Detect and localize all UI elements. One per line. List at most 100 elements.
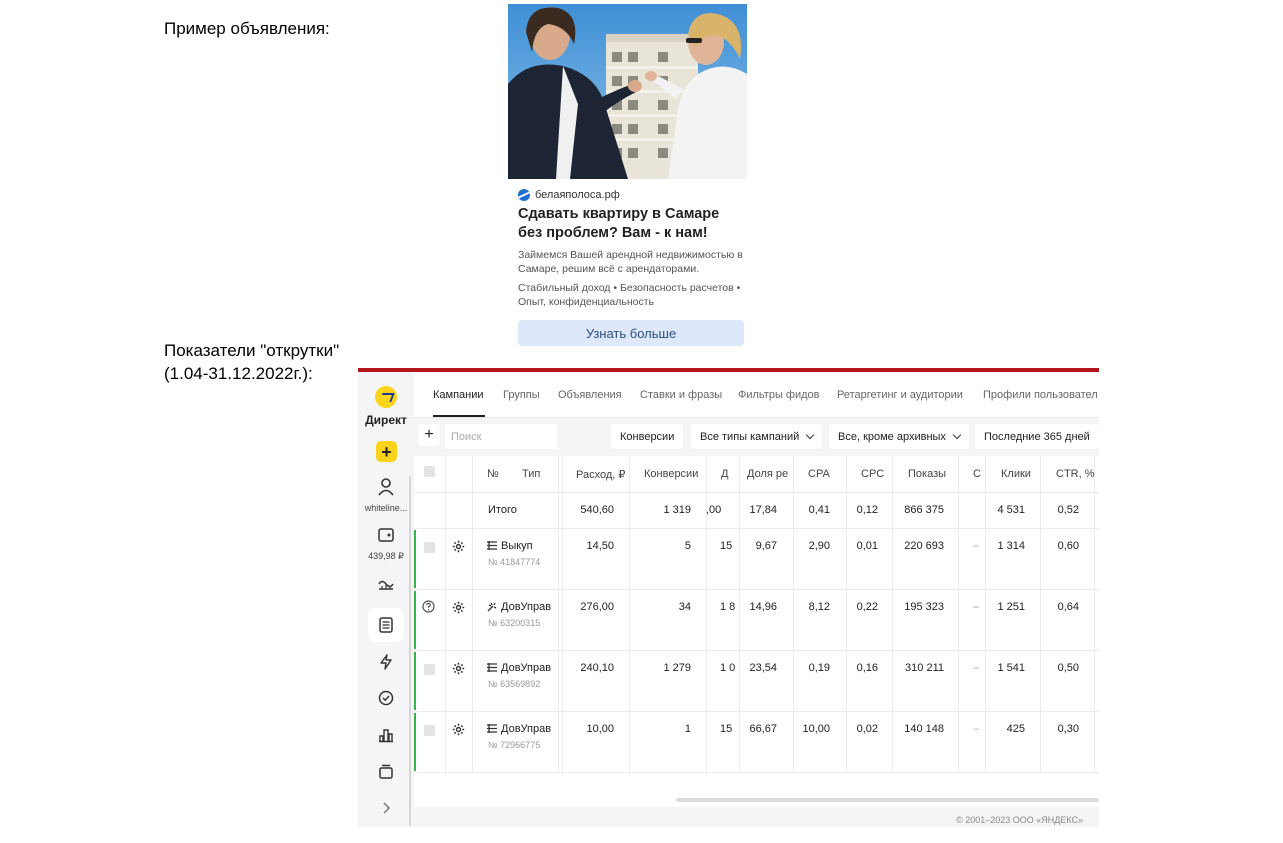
- campaign-id: № 72966775: [488, 740, 541, 750]
- row-c: –: [973, 723, 980, 735]
- account-balance[interactable]: 439,98 ₽: [358, 551, 414, 562]
- campaign-id: № 63200315: [488, 618, 541, 628]
- top-tabs: Кампании Группы Объявления Ставки и фраз…: [414, 372, 1099, 418]
- sidebar: Директ + whiteline... 439,98 ₽: [358, 372, 414, 827]
- user-icon[interactable]: [358, 478, 414, 496]
- logo-text[interactable]: Директ: [358, 413, 414, 427]
- gear-icon[interactable]: [452, 662, 465, 678]
- bar-chart-icon[interactable]: [358, 727, 414, 743]
- header-cpa[interactable]: CPA: [808, 468, 830, 480]
- row-cpa: 8,12: [808, 601, 830, 613]
- row-spend: 10,00: [586, 723, 614, 735]
- campaign-id: № 41847774: [488, 557, 541, 567]
- tab-feed-filters[interactable]: Фильтры фидов: [738, 389, 820, 401]
- campaigns-list-icon[interactable]: [358, 617, 414, 633]
- site-favicon-icon: [518, 189, 530, 201]
- row-cpc: 0,16: [856, 662, 878, 674]
- row-checkbox[interactable]: [424, 725, 435, 736]
- search-input[interactable]: [445, 424, 557, 449]
- row-clicks: 1 541: [997, 662, 1025, 674]
- gear-icon[interactable]: [452, 601, 465, 617]
- period-selector[interactable]: Последние 365 дней: [975, 424, 1099, 449]
- row-c: –: [973, 540, 980, 552]
- header-share[interactable]: Доля ре: [747, 468, 788, 480]
- header-number: №: [487, 468, 499, 480]
- row-spend: 276,00: [580, 601, 614, 613]
- wallet-icon[interactable]: [358, 528, 414, 542]
- create-button[interactable]: +: [376, 441, 397, 462]
- header-d[interactable]: Д: [721, 468, 728, 480]
- row-c: –: [973, 601, 980, 613]
- row-impressions: 220 693: [904, 540, 944, 552]
- campaign-types-label: Все типы кампаний: [700, 430, 800, 443]
- header-cpc[interactable]: CPC: [861, 468, 884, 480]
- campaign-name-link[interactable]: Выкуп: [501, 540, 533, 552]
- ad-title[interactable]: Сдавать квартиру в Самаре без проблем? В…: [518, 205, 743, 243]
- archive-filter-dropdown[interactable]: Все, кроме архивных: [829, 424, 969, 449]
- header-c[interactable]: С: [973, 468, 981, 480]
- campaign-name-link[interactable]: ДовУправ: [501, 723, 551, 735]
- total-cpa: 0,41: [808, 504, 830, 516]
- tab-retargeting[interactable]: Ретаргетинг и аудитории: [837, 389, 963, 401]
- select-all-checkbox[interactable]: [424, 466, 435, 477]
- row-c: –: [973, 662, 980, 674]
- archive-filter-label: Все, кроме архивных: [838, 430, 946, 443]
- metrics-label-line1: Показатели "открутки": [164, 341, 340, 360]
- ad-example-label: Пример объявления:: [164, 19, 330, 38]
- row-checkbox[interactable]: [424, 664, 435, 675]
- total-label: Итого: [488, 504, 517, 516]
- direct-logo-icon[interactable]: [375, 386, 397, 408]
- tab-campaigns[interactable]: Кампании: [433, 389, 484, 401]
- tab-bids-phrases[interactable]: Ставки и фразы: [640, 389, 722, 401]
- horizontal-scrollbar[interactable]: [676, 798, 1099, 802]
- column-divider: [472, 456, 473, 772]
- header-impressions[interactable]: Показы: [908, 468, 946, 480]
- ad-cta-button[interactable]: Узнать больше: [518, 320, 744, 346]
- campaign-name-link[interactable]: ДовУправ: [501, 601, 551, 613]
- row-ctr: 0,30: [1057, 723, 1079, 735]
- gear-icon[interactable]: [452, 540, 465, 556]
- campaign-name-link[interactable]: ДовУправ: [501, 662, 551, 674]
- text-campaign-icon: [487, 663, 497, 675]
- total-share: 17,84: [749, 504, 777, 516]
- tab-ads[interactable]: Объявления: [558, 389, 622, 401]
- campaign-types-dropdown[interactable]: Все типы кампаний: [691, 424, 823, 449]
- row-d: 15: [720, 540, 733, 552]
- gear-icon[interactable]: [452, 723, 465, 739]
- column-divider: [562, 456, 563, 772]
- help-circle-icon[interactable]: [422, 600, 435, 616]
- row-ctr: 0,60: [1057, 540, 1079, 552]
- ad-domain[interactable]: белаяполоса.рф: [535, 189, 620, 201]
- layers-icon[interactable]: [358, 763, 414, 779]
- header-clicks[interactable]: Клики: [1001, 468, 1031, 480]
- column-divider: [958, 456, 959, 772]
- row-conversions: 1 279: [663, 662, 691, 674]
- checkmark-circle-icon[interactable]: [358, 690, 414, 706]
- row-d: 15: [720, 723, 733, 735]
- row-checkbox[interactable]: [424, 542, 435, 553]
- total-d: ,00: [706, 504, 722, 516]
- header-ctr[interactable]: CTR, %: [1056, 468, 1095, 480]
- expand-chevron-icon[interactable]: [358, 802, 414, 814]
- account-name[interactable]: whiteline...: [358, 503, 414, 513]
- column-divider: [445, 456, 446, 772]
- total-cpc: 0,12: [856, 504, 878, 516]
- total-ctr: 0,52: [1057, 504, 1079, 516]
- tab-groups[interactable]: Группы: [503, 389, 540, 401]
- row-conversions: 5: [684, 540, 691, 552]
- add-button[interactable]: +: [418, 424, 440, 446]
- lightning-icon[interactable]: [358, 654, 414, 670]
- conversions-button[interactable]: Конверсии: [611, 424, 684, 449]
- row-impressions: 195 323: [904, 601, 944, 613]
- header-spend[interactable]: Расход, ₽: [576, 468, 625, 481]
- row-divider: [414, 711, 1099, 712]
- header-type[interactable]: Тип: [522, 468, 540, 480]
- header-conversions[interactable]: Конверсии: [644, 468, 698, 480]
- row-cpc: 0,02: [856, 723, 878, 735]
- sidebar-scrollbar[interactable]: [409, 476, 411, 826]
- stats-wave-icon[interactable]: [358, 577, 414, 591]
- tab-user-profiles[interactable]: Профили пользовател: [983, 389, 1098, 401]
- row-divider: [414, 589, 1099, 590]
- row-share: 9,67: [755, 540, 777, 552]
- row-conversions: 1: [684, 723, 691, 735]
